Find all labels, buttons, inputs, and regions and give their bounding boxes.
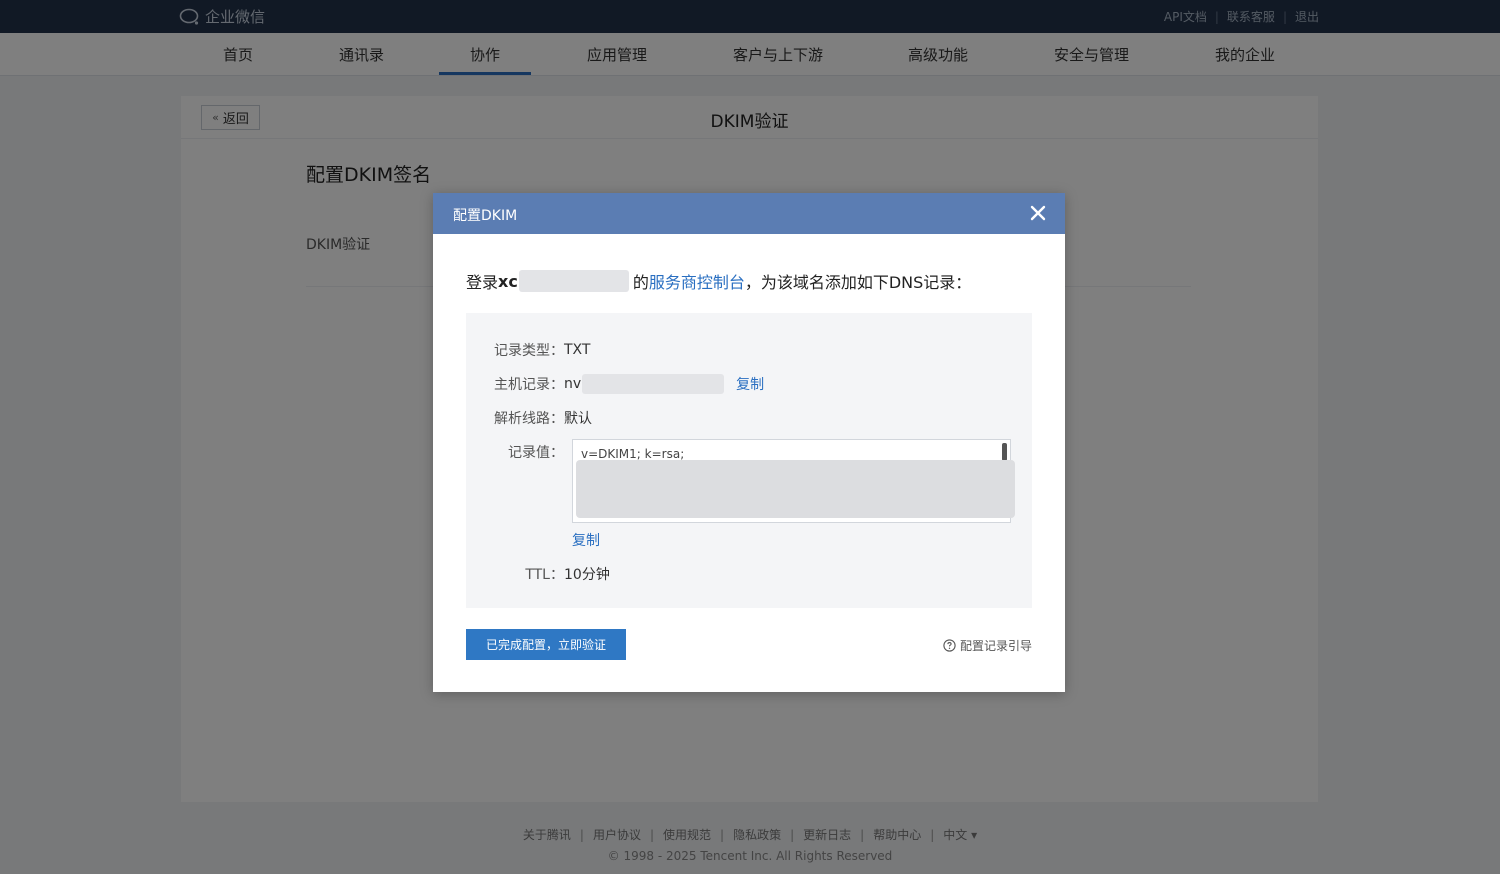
instruction-mid: 的 bbox=[632, 273, 649, 292]
record-value-text: v=DKIM1; k=rsa; bbox=[581, 447, 685, 461]
provider-console-link[interactable]: 服务商控制台 bbox=[649, 269, 745, 293]
copy-host-button[interactable]: 复制 bbox=[736, 374, 764, 394]
ttl-label: TTL： bbox=[525, 567, 564, 583]
record-value-label: 记录值： bbox=[508, 445, 564, 461]
ttl-row: TTL： 10分钟 bbox=[466, 564, 610, 584]
record-value-row: 记录值： bbox=[466, 442, 564, 462]
copy-value-row: 复制 bbox=[572, 530, 600, 550]
question-circle-icon bbox=[943, 639, 956, 652]
instruction-suffix: ，为该域名添加如下DNS记录： bbox=[744, 273, 972, 292]
instruction-prefix: 登录 bbox=[466, 273, 499, 292]
redacted-record-value bbox=[576, 460, 1015, 518]
instruction-text: 登录 xc 的 服务商控制台 ，为该域名添加如下DNS记录： bbox=[466, 269, 971, 293]
ttl-value: 10分钟 bbox=[564, 567, 610, 583]
close-icon[interactable] bbox=[1029, 204, 1047, 222]
redacted-host bbox=[582, 374, 725, 394]
route-value: 默认 bbox=[564, 411, 592, 427]
dialog-header: 配置DKIM bbox=[433, 193, 1065, 234]
record-type-row: 记录类型： TXT bbox=[466, 340, 590, 360]
guide-label: 配置记录引导 bbox=[959, 639, 1032, 653]
domain-name: xc bbox=[498, 271, 518, 291]
route-label: 解析线路： bbox=[494, 411, 564, 427]
host-record-row: 主机记录： nv 复制 bbox=[466, 374, 764, 394]
copy-value-button[interactable]: 复制 bbox=[572, 530, 600, 550]
dialog-title: 配置DKIM bbox=[453, 208, 518, 224]
host-label: 主机记录： bbox=[494, 377, 564, 393]
dns-record-panel: 记录类型： TXT 主机记录： nv 复制 解析线路： 默认 记录值： v=DK… bbox=[466, 313, 1032, 608]
record-type-label: 记录类型： bbox=[494, 343, 564, 359]
scrollbar-thumb[interactable] bbox=[1002, 443, 1007, 461]
config-guide-link[interactable]: 配置记录引导 bbox=[943, 637, 1032, 654]
route-row: 解析线路： 默认 bbox=[466, 408, 592, 428]
host-value: nv bbox=[564, 376, 582, 392]
redacted-domain bbox=[518, 270, 629, 292]
confirm-verify-button[interactable]: 已完成配置，立即验证 bbox=[466, 629, 626, 660]
dkim-config-dialog: 配置DKIM 登录 xc 的 服务商控制台 ，为该域名添加如下DNS记录： 记录… bbox=[433, 193, 1065, 692]
record-type-value: TXT bbox=[564, 342, 591, 358]
